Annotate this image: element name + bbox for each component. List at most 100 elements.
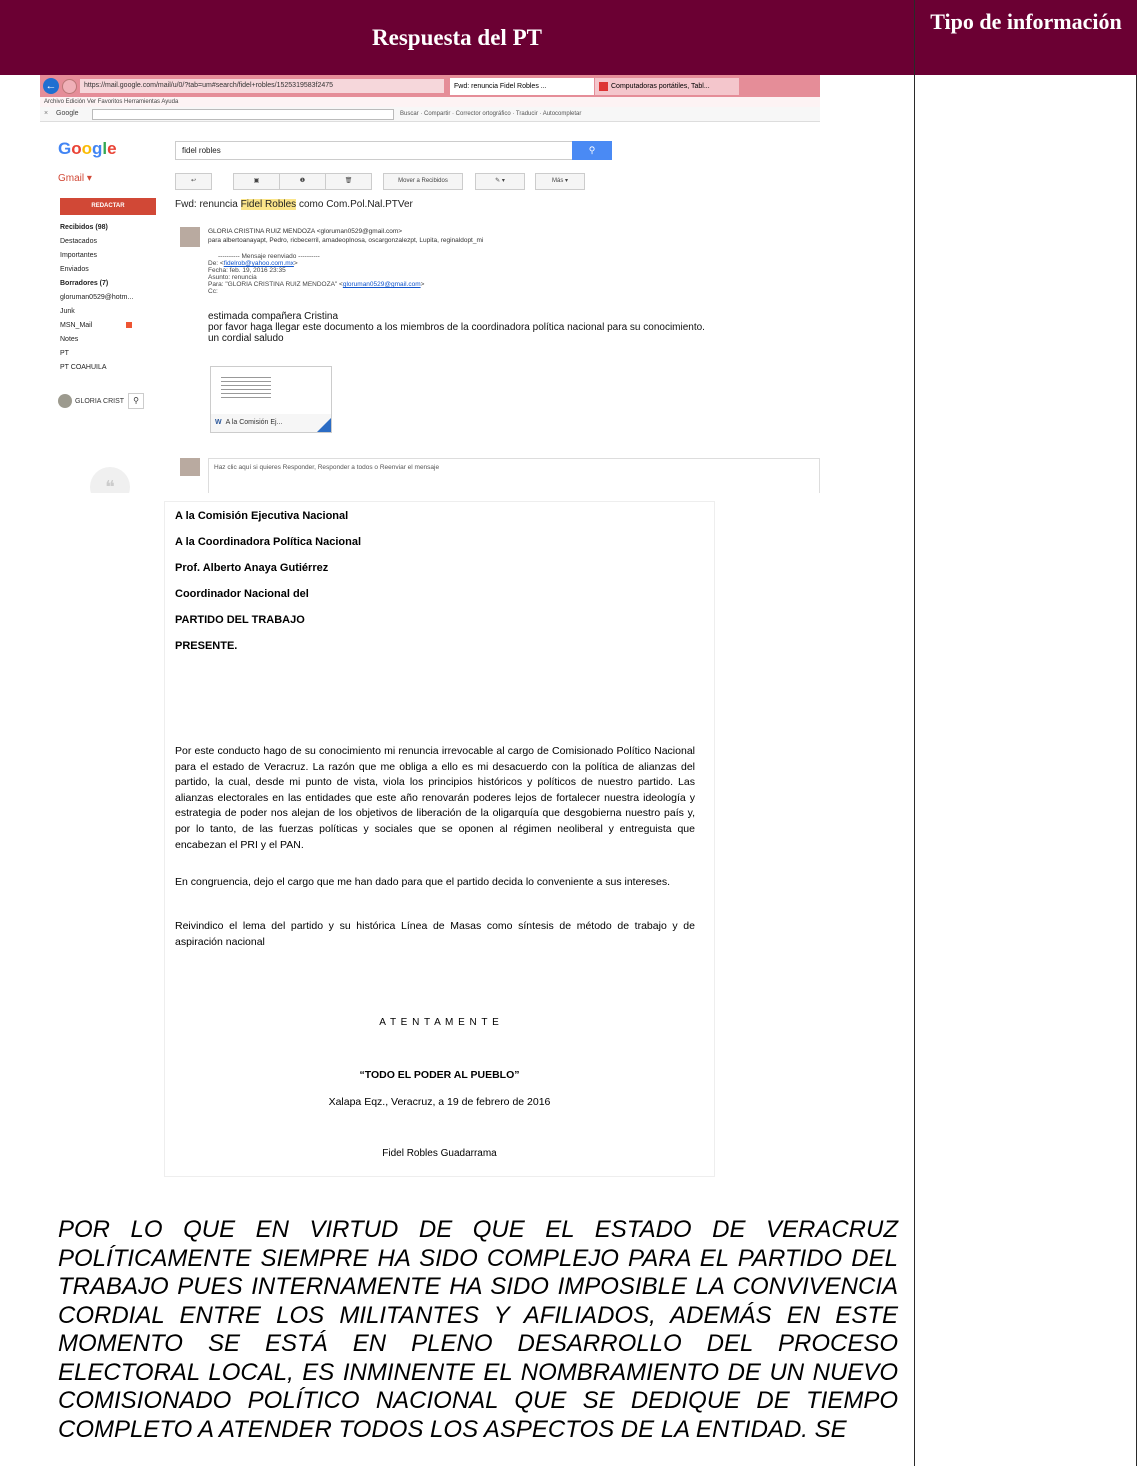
letter-addressee-1: A la Comisión Ejecutiva Nacional [175,510,349,522]
folder-sent[interactable]: Enviados [60,263,170,277]
table-header: Respuesta del PT Tipo de información [0,0,1137,75]
search-icon: ⚲ [588,145,596,155]
header-tipo-informacion: Tipo de información [930,9,1122,34]
gmail-search-input[interactable]: fidel robles [175,141,578,160]
toolbar-tools[interactable]: Buscar · Compartir · Corrector ortográfi… [400,107,581,121]
browser-tab-active[interactable]: Fwd: renuncia Fidel Robles ... [450,78,594,95]
fwd-from: De: <fidelrob@yahoo.com.mx> [208,260,628,267]
folder-starred[interactable]: Destacados [60,235,170,249]
sender-avatar [180,227,200,247]
sender: GLORIA CRISTINA RUIZ MENDOZA <gloruman05… [208,228,403,235]
trash-icon[interactable]: 🗑 [325,173,372,190]
folder-label: MSN_Mail [60,322,93,329]
letter-signature: Fidel Robles Guadarrama [382,1148,497,1159]
address-bar[interactable]: https://mail.google.com/mail/u/0/?tab=um… [80,79,444,93]
google-logo: Google [58,139,117,158]
move-to-inbox-button[interactable]: Mover a Recibidos [383,173,463,190]
search-button[interactable]: ⚲ [572,141,612,160]
letter-paragraph-3: Reivindico el lema del partido y su hist… [175,920,695,948]
reply-avatar [180,458,200,476]
folder-notes[interactable]: Notes [60,333,170,347]
message-action-bar: ↩ ▣ ❶ 🗑 Mover a Recibidos ✎ ▾ Más ▾ [175,173,715,190]
hangouts-user[interactable]: GLORIA CRIST ⚲ [58,393,168,411]
subject-prefix: Fwd: renuncia [175,199,241,210]
fwd-date: Fecha: feb. 19, 2016 23:35 [208,267,286,274]
folder-pt-coahuila[interactable]: PT COAHUILA [60,361,170,375]
letter-paragraph-2: En congruencia, dejo el cargo que me han… [175,876,671,888]
browser-menu-bar[interactable]: Archivo Edición Ver Favoritos Herramient… [40,97,820,107]
letter-paragraph-1: Por este conducto hago de su conocimient… [175,745,695,851]
subject-highlight: Fidel Robles [240,199,297,210]
folder-inbox[interactable]: Recibidos (98) [60,221,170,235]
gmail-label[interactable]: Gmail ▾ [58,173,92,184]
forwarded-block: ---------- Mensaje reenviado ---------- … [208,253,628,295]
fwd-to: Para: "GLORIA CRISTINA RUIZ MENDOZA" <gl… [208,281,628,288]
spam-icon[interactable]: ❶ [279,173,326,190]
reply-area: Haz clic aquí si quieres Responder, Resp… [180,458,820,493]
letter-presente: PRESENTE. [175,640,237,652]
more-button[interactable]: Más ▾ [535,173,585,190]
attachment-preview [221,377,271,407]
attachment-name: A la Comisión Ej... [225,419,283,426]
resignation-letter: A la Comisión Ejecutiva Nacional A la Co… [165,502,714,1176]
reply-box[interactable]: Haz clic aquí si quieres Responder, Resp… [208,458,820,493]
toolbar-search-input[interactable] [92,109,394,120]
fwd-from-label: De: < [208,260,224,267]
gmail-screenshot: ← https://mail.google.com/mail/u/0/?tab=… [40,75,820,493]
fwd-subject: Asunto: renuncia [208,274,257,281]
close-icon[interactable]: × [44,107,48,121]
fwd-to-end: > [420,281,425,288]
fwd-from-end: > [293,260,298,267]
fwd-to-link[interactable]: gloruman0529@gmail.com [343,281,421,288]
browser-tab-other[interactable]: Computadoras portátiles, Tabl... [595,78,739,95]
forward-arrow-icon[interactable] [62,79,77,94]
letter-closing: A T E N T A M E N T E [379,1017,500,1028]
folder-junk[interactable]: Junk [60,305,170,319]
letter-motto: “TODO EL PODER AL PUEBLO” [359,1069,520,1081]
tab-label: Computadoras portátiles, Tabl... [611,83,710,90]
response-table: Respuesta del PT Tipo de información ← h… [0,0,1137,1466]
email-subject: Fwd: renuncia Fidel Robles como Com.Pol.… [175,199,413,210]
folder-list: Recibidos (98) Destacados Importantes En… [60,221,170,375]
browser-tab-bar: ← https://mail.google.com/mail/u/0/?tab=… [40,75,820,97]
word-icon: W [215,419,222,426]
user-name: GLORIA CRIST [75,398,125,405]
letter-addressee-4: Coordinador Nacional del [175,588,309,600]
folder-msn-mail[interactable]: MSN_Mail [60,319,170,333]
folder-drafts[interactable]: Borradores (7) [60,277,170,291]
body-line: por favor haga llegar este documento a l… [208,322,705,333]
quote-bubble-icon[interactable]: ❝ [90,467,130,493]
labels-icon[interactable]: ✎ ▾ [475,173,525,190]
body-line: estimada compañera Cristina [208,311,339,322]
fwd-to-label: Para: "GLORIA CRISTINA RUIZ MENDOZA" < [208,281,343,288]
lenovo-logo-icon [599,81,608,91]
folder-important[interactable]: Importantes [60,249,170,263]
back-icon[interactable]: ↩ [175,173,212,190]
search-icon[interactable]: ⚲ [128,393,145,410]
letter-addressee-3: Prof. Alberto Anaya Gutiérrez [175,562,329,574]
folder-pt[interactable]: PT [60,347,170,361]
attachment-card[interactable]: WA la Comisión Ej... [210,366,332,433]
fwd-from-link[interactable]: fidelrob@yahoo.com.mx [224,260,294,267]
avatar [58,394,72,409]
google-toolbar: × Google Buscar · Compartir · Corrector … [40,107,820,122]
italic-paragraph: POR LO QUE EN VIRTUD DE QUE EL ESTADO DE… [58,1216,898,1443]
body-line: un cordial saludo [208,333,284,344]
compose-button[interactable]: REDACTAR [60,198,156,215]
label-color-icon [126,322,133,329]
folder-hotmail[interactable]: gloruman0529@hotm... [60,291,170,305]
download-corner-icon[interactable] [317,418,331,432]
fwd-line: ---------- Mensaje reenviado ---------- [218,253,320,260]
attachment-footer: WA la Comisión Ej... [211,414,331,432]
recipients[interactable]: para albertoanayapt, Pedro, ricbecerril,… [208,236,808,245]
archive-icon[interactable]: ▣ [233,173,280,190]
toolbar-google-label: Google [56,110,79,117]
letter-addressee-2: A la Coordinadora Política Nacional [175,536,362,548]
fwd-cc: Cc: [208,288,218,295]
letter-place-date: Xalapa Eqz., Veracruz, a 19 de febrero d… [328,1096,551,1108]
header-respuesta: Respuesta del PT [372,24,542,50]
presente-text: PRESENTE. [175,640,238,652]
back-arrow-icon[interactable]: ← [43,78,59,94]
message-body: estimada compañera Cristina por favor ha… [208,311,818,344]
subject-suffix: como Com.Pol.Nal.PTVer [296,199,413,210]
